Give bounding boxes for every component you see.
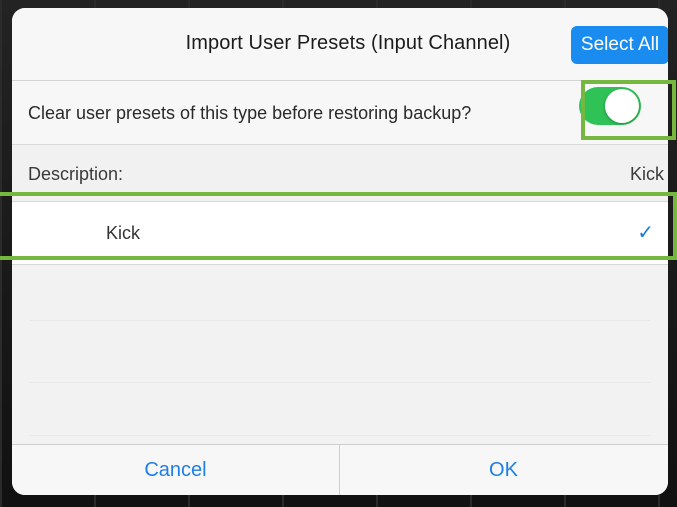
clear-presets-label: Clear user presets of this type before r… [28,103,472,123]
divider [30,382,650,383]
cancel-button[interactable]: Cancel [12,445,339,495]
description-value: Kick [629,164,664,184]
toggle-knob [605,89,639,123]
dialog-title: Import User Presets (Input Channel) [185,32,511,54]
dialog-footer: Cancel OK [12,444,668,495]
import-presets-dialog: Import User Presets (Input Channel) Sele… [12,8,668,495]
divider [30,320,650,321]
divider [30,435,650,436]
preset-list-empty-area [12,265,668,443]
preset-item-kick[interactable]: Kick ✓ [12,202,668,265]
description-label: Description: [28,164,124,184]
description-row: Description: Kick [12,145,668,202]
checkmark-icon: ✓ [637,222,654,244]
dialog-header: Import User Presets (Input Channel) Sele… [12,8,668,81]
preset-item-label: Kick [106,223,141,243]
clear-presets-row: Clear user presets of this type before r… [12,81,668,145]
select-all-button[interactable]: Select All [571,26,668,64]
clear-presets-toggle[interactable] [579,87,641,125]
ok-button[interactable]: OK [340,445,667,495]
